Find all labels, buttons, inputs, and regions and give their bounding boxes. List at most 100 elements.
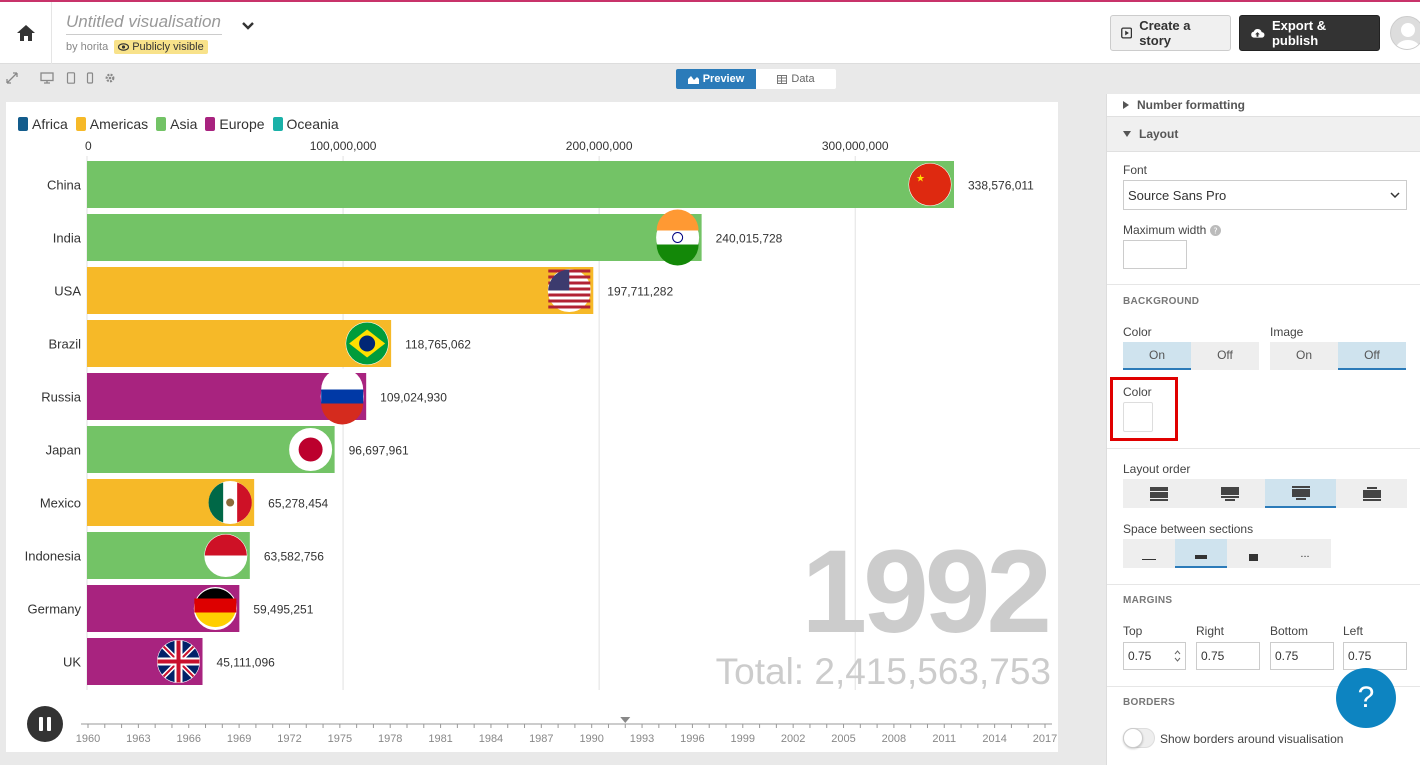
margin-top-label: Top — [1123, 624, 1143, 638]
timeline-handle[interactable] — [620, 717, 631, 723]
flag-stripe — [321, 368, 364, 390]
value-label: 338,576,011 — [968, 179, 1034, 193]
value-label: 240,015,728 — [716, 232, 783, 246]
margin-right-input[interactable]: 0.75 — [1196, 642, 1260, 670]
help-circle-icon[interactable]: ? — [1210, 224, 1222, 236]
max-width-input[interactable] — [1123, 240, 1187, 269]
caret-right-icon — [1123, 101, 1129, 109]
timeline-tick-label: 1993 — [630, 733, 654, 745]
expand-icon[interactable] — [6, 72, 18, 84]
stepper-icon[interactable] — [1174, 649, 1181, 663]
divider — [1107, 584, 1420, 585]
view-tabs: Preview Data — [676, 69, 836, 89]
timeline-tick-label: 1972 — [277, 733, 301, 745]
flag-globe — [359, 335, 376, 352]
font-select-value: Source Sans Pro — [1128, 188, 1227, 203]
space-option-more[interactable]: ... — [1279, 539, 1331, 568]
settings-panel: Number formatting Layout Font Source San… — [1106, 94, 1420, 765]
help-button[interactable]: ? — [1336, 668, 1396, 728]
space-option-large[interactable] — [1227, 539, 1279, 568]
layout-order-option-1[interactable] — [1123, 479, 1194, 508]
user-icon — [1396, 23, 1420, 49]
create-story-button[interactable]: Create a story — [1110, 15, 1231, 51]
toggle-knob — [1123, 728, 1143, 748]
visualisation-title[interactable]: Untitled visualisation — [66, 12, 222, 35]
home-button[interactable] — [0, 2, 52, 64]
timeline-tick-label: 1987 — [529, 733, 553, 745]
value-label: 65,278,454 — [268, 497, 328, 511]
font-label: Font — [1123, 163, 1148, 177]
flag-stripe — [548, 293, 591, 297]
flag-stripe — [656, 209, 699, 231]
timeline-tick-label: 1981 — [428, 733, 452, 745]
gear-icon[interactable] — [104, 72, 116, 84]
timeline-tick-label: 2008 — [882, 733, 906, 745]
layout-order-option-4[interactable] — [1336, 479, 1407, 508]
bg-image-off-button[interactable]: Off — [1338, 342, 1406, 370]
timeline-tick-label: 1978 — [378, 733, 402, 745]
layout-label: Layout — [1139, 127, 1179, 141]
visibility-label: Publicly visible — [132, 41, 204, 53]
tab-data[interactable]: Data — [756, 69, 836, 89]
timeline-tick-label: 1963 — [126, 733, 150, 745]
value-label: 96,697,961 — [349, 444, 409, 458]
tablet-icon[interactable] — [66, 72, 76, 84]
category-label: India — [53, 231, 82, 246]
create-story-label: Create a story — [1139, 18, 1191, 48]
borders-heading: BORDERS — [1123, 697, 1176, 708]
borders-toggle-label: Show borders around visualisation — [1160, 732, 1344, 746]
color-picker-label: Color — [1123, 385, 1152, 399]
pause-button[interactable] — [27, 706, 63, 742]
layout-order-option-2[interactable] — [1194, 479, 1265, 508]
value-label: 197,711,282 — [607, 285, 673, 299]
mobile-icon[interactable] — [86, 72, 94, 84]
value-label: 59,495,251 — [253, 603, 313, 617]
margin-left-input[interactable]: 0.75 — [1343, 642, 1407, 670]
bar-chart-race: 0 100,000,000 200,000,000 300,000,000 China 3… — [25, 139, 1058, 745]
desktop-icon[interactable] — [40, 72, 54, 84]
margin-bottom-input[interactable]: 0.75 — [1270, 642, 1334, 670]
pause-icon — [39, 717, 51, 731]
layout-section[interactable]: Layout — [1107, 116, 1420, 152]
visibility-badge: Publicly visible — [114, 40, 208, 54]
bg-image-on-button[interactable]: On — [1270, 342, 1338, 370]
bg-color-on-button[interactable]: On — [1123, 342, 1191, 370]
margin-left-label: Left — [1343, 624, 1364, 638]
category-label: Japan — [46, 443, 81, 458]
category-label: UK — [63, 655, 81, 670]
background-heading: BACKGROUND — [1123, 296, 1200, 307]
tab-preview[interactable]: Preview — [676, 69, 756, 89]
chevron-down-icon — [1390, 192, 1400, 199]
eye-icon — [118, 43, 130, 51]
export-publish-button[interactable]: Export & publish — [1239, 15, 1380, 51]
x-tick-label: 0 — [85, 139, 92, 153]
category-label: Indonesia — [25, 549, 82, 564]
bar — [87, 320, 392, 367]
flag-fill — [909, 163, 951, 206]
value-label: 118,765,062 — [405, 338, 471, 352]
layout-icon — [1220, 486, 1239, 501]
margin-right-label: Right — [1196, 624, 1225, 638]
timeline-tick-label: 1990 — [579, 733, 603, 745]
layout-order-label: Layout order — [1123, 462, 1191, 476]
color-swatch[interactable] — [1123, 402, 1153, 432]
borders-toggle[interactable] — [1123, 728, 1155, 748]
flag-stripe — [321, 389, 364, 404]
bg-color-off-button[interactable]: Off — [1191, 342, 1259, 370]
timeline-tick-label: 1969 — [227, 733, 251, 745]
chevron-down-icon[interactable] — [240, 18, 256, 39]
category-label: Mexico — [40, 496, 81, 511]
preview-toolbar: Preview Data — [0, 64, 1420, 94]
flag-stripe — [656, 244, 699, 266]
value-label: 63,582,756 — [264, 550, 324, 564]
category-label: Russia — [41, 390, 82, 405]
tab-data-label: Data — [791, 73, 815, 85]
space-option-medium[interactable] — [1175, 539, 1227, 568]
space-option-small[interactable] — [1123, 539, 1175, 568]
layout-order-option-3[interactable] — [1265, 479, 1336, 508]
font-select[interactable]: Source Sans Pro — [1123, 180, 1407, 210]
table-icon — [777, 74, 788, 84]
avatar[interactable] — [1390, 16, 1420, 50]
timeline-tick-label: 2011 — [932, 733, 956, 745]
number-formatting-section[interactable]: Number formatting — [1107, 94, 1420, 116]
